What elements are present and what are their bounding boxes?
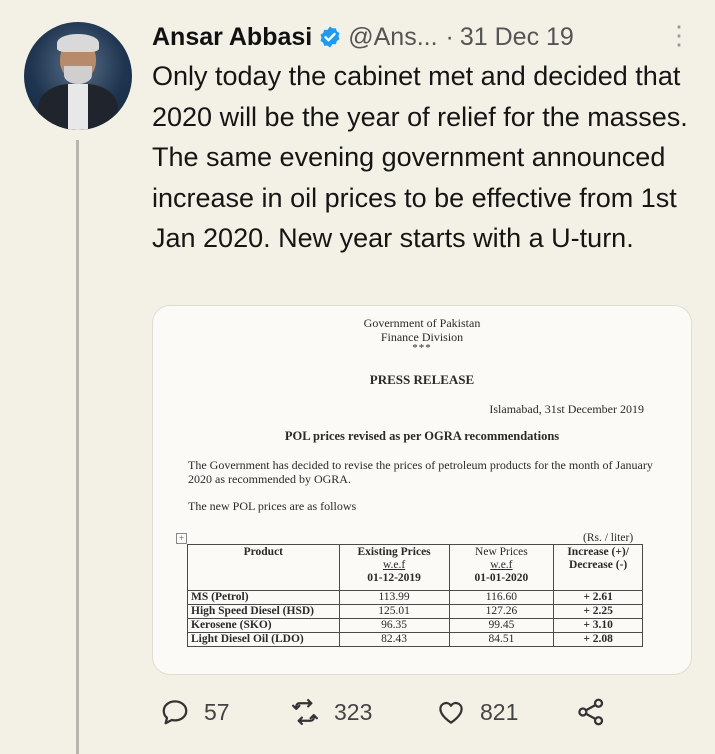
author-handle[interactable]: @Ans... xyxy=(348,23,437,52)
th-product: Product xyxy=(187,544,340,591)
th-new-date: 01-01-2020 xyxy=(474,572,529,584)
doc-subject: POL prices revised as per OGRA recommend… xyxy=(284,429,560,443)
cell-new: 99.45 xyxy=(448,618,555,633)
more-vertical-icon[interactable]: ⋮ xyxy=(666,22,692,48)
avatar-beard xyxy=(64,66,92,84)
press-release-document: Government of Pakistan Finance Division … xyxy=(153,306,691,674)
pol-price-table: Product Existing Prices w.e.f 01-12-2019… xyxy=(187,544,643,647)
cell-change: + 2.61 xyxy=(553,590,643,605)
cell-product: Kerosene (SKO) xyxy=(187,618,340,633)
like-count: 821 xyxy=(480,698,519,725)
table-row: Light Diesel Oil (LDO) 82.43 84.51 + 2.0… xyxy=(187,632,643,647)
tweet-media-image[interactable]: Government of Pakistan Finance Division … xyxy=(152,305,692,675)
doc-paragraph-2: The new POL prices are as follows xyxy=(188,499,357,513)
share-button[interactable] xyxy=(576,692,620,732)
table-handle-icon: + xyxy=(176,533,187,544)
doc-stars: *** xyxy=(412,342,432,354)
table-header-row: Product Existing Prices w.e.f 01-12-2019… xyxy=(187,544,643,591)
cell-product: High Speed Diesel (HSD) xyxy=(187,604,340,619)
th-new: New Prices w.e.f 01-01-2020 xyxy=(448,544,555,591)
verified-badge-icon xyxy=(320,26,340,48)
th-existing: Existing Prices w.e.f 01-12-2019 xyxy=(338,544,450,591)
doc-place-date: Islamabad, 31st December 2019 xyxy=(489,402,644,416)
reply-button[interactable]: 57 xyxy=(160,692,230,732)
cell-existing: 96.35 xyxy=(338,618,450,633)
reply-icon xyxy=(162,700,188,725)
doc-heading: PRESS RELEASE xyxy=(369,372,475,387)
cell-existing: 113.99 xyxy=(338,590,450,605)
cell-change: + 2.08 xyxy=(553,632,643,647)
cell-product: MS (Petrol) xyxy=(187,590,340,605)
doc-paragraph: The Government has decided to revise the… xyxy=(188,458,653,486)
cell-existing: 82.43 xyxy=(338,632,450,647)
author-name[interactable]: Ansar Abbasi xyxy=(152,23,312,52)
th-change: Increase (+)/ Decrease (-) xyxy=(553,544,643,591)
doc-unit: (Rs. / liter) xyxy=(583,532,634,544)
reply-count: 57 xyxy=(204,698,230,725)
table-row: MS (Petrol) 113.99 116.60 + 2.61 xyxy=(187,590,643,605)
cell-new: 116.60 xyxy=(448,590,555,605)
retweet-button[interactable]: 323 xyxy=(290,692,372,732)
avatar[interactable] xyxy=(24,22,132,130)
table-row: Kerosene (SKO) 96.35 99.45 + 3.10 xyxy=(187,618,643,633)
th-new-wef: w.e.f xyxy=(490,559,513,571)
tweet-date[interactable]: 31 Dec 19 xyxy=(460,23,574,52)
table-row: High Speed Diesel (HSD) 125.01 127.26 + … xyxy=(187,604,643,619)
cell-product: Light Diesel Oil (LDO) xyxy=(187,632,340,647)
cell-existing: 125.01 xyxy=(338,604,450,619)
th-existing-label: Existing Prices xyxy=(357,546,431,558)
share-icon xyxy=(578,698,604,726)
thread-line xyxy=(76,140,79,754)
avatar-shirt xyxy=(68,84,88,130)
retweet-count: 323 xyxy=(334,698,373,725)
retweet-icon xyxy=(292,699,318,725)
th-existing-date: 01-12-2019 xyxy=(367,572,421,584)
doc-org-line1: Government of Pakistan xyxy=(363,316,481,330)
heart-icon xyxy=(439,701,463,724)
th-new-label: New Prices xyxy=(475,546,528,558)
avatar-hair xyxy=(57,34,99,52)
tweet-actions: 57 323 821 xyxy=(152,692,692,732)
cell-new: 127.26 xyxy=(448,604,555,619)
cell-change: + 3.10 xyxy=(553,618,643,633)
like-button[interactable]: 821 xyxy=(436,692,518,732)
th-existing-wef: w.e.f xyxy=(382,559,406,571)
tweet-text: Only today the cabinet met and decided t… xyxy=(152,61,688,253)
cell-change: + 2.25 xyxy=(553,604,643,619)
tweet-header: Ansar Abbasi @Ans... · 31 Dec 19 xyxy=(152,20,574,54)
separator-dot: · xyxy=(445,22,454,51)
cell-new: 84.51 xyxy=(448,632,555,647)
